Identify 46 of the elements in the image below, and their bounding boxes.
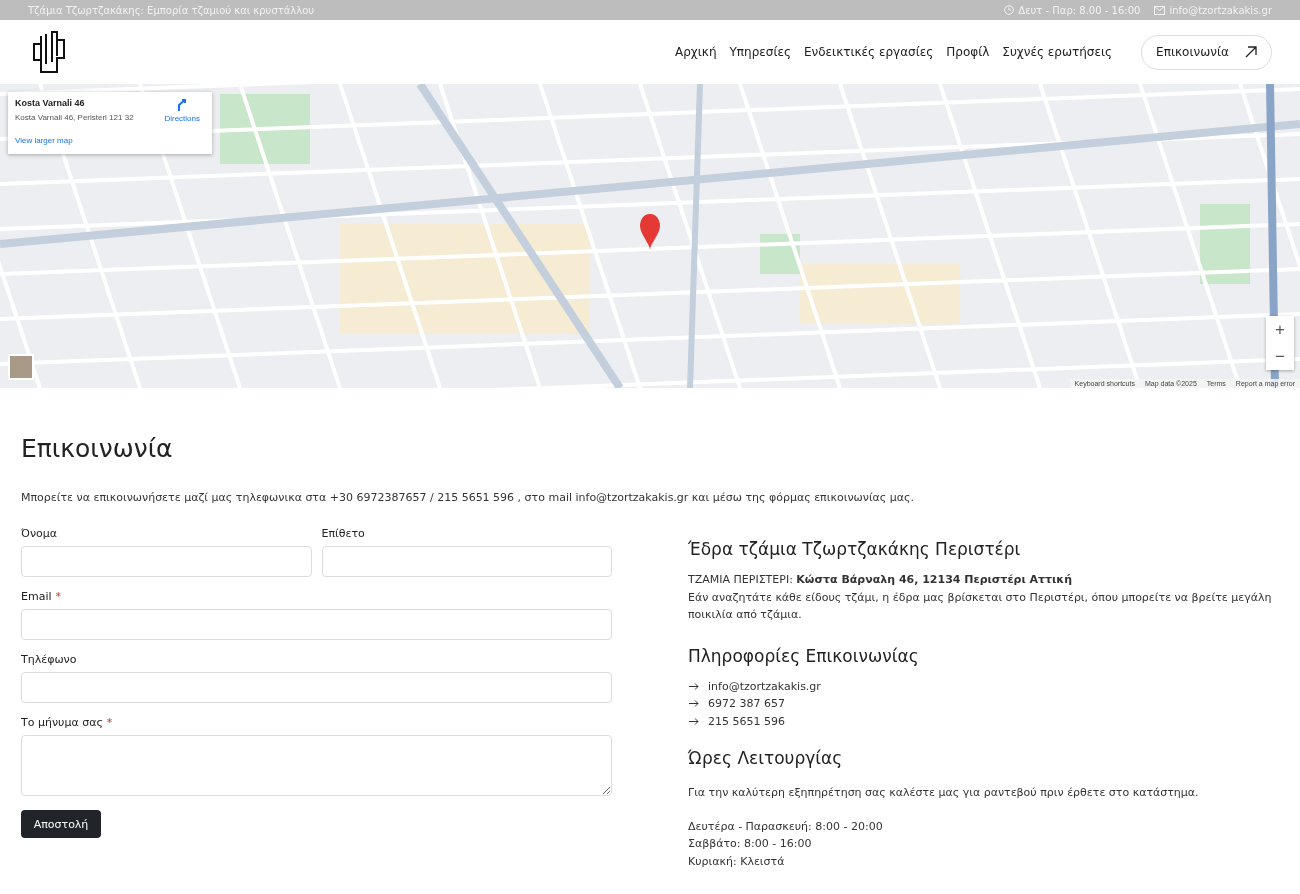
- arrow-right-icon: [688, 717, 700, 725]
- input-field[interactable]: [321, 546, 612, 577]
- arrow-up-right-icon: [1244, 46, 1257, 58]
- arrow-right-icon: [688, 682, 700, 690]
- input-field[interactable]: [21, 546, 312, 577]
- address-text: ΤΖΑΜΙΑ ΠΕΡΙΣΤΕΡΙ: Κώστα Βάρναλη 46, 12134 Περιστέρι Αττική: [688, 572, 1073, 588]
- logo-icon[interactable]: [32, 30, 66, 74]
- nav-link[interactable]: Προφίλ: [946, 45, 990, 59]
- description-text: Εάν αναζητάτε κάθε είδους τζάμι, η έδρα μας βρίσκεται στο Περιστέρι, όπου μπορείτε να βρείτε μεγάλη ποικιλία από τζάμια.: [688, 589, 1273, 623]
- larger-map-link[interactable]: View larger map: [15, 136, 73, 145]
- section-heading: Ώρες Λειτουργίας: [688, 748, 844, 768]
- field-label: Το μήνυμα σας: [21, 716, 103, 729]
- contact-item: 215 5651 596: [708, 713, 785, 730]
- required-mark: *: [106, 716, 113, 729]
- contact-item: info@tzortzakakis.gr: [708, 678, 821, 695]
- nav-link[interactable]: Αρχική: [675, 45, 717, 59]
- hours-line: Δευτέρα - Παρασκευή: 8:00 - 20:00: [688, 818, 884, 835]
- nav-link[interactable]: Συχνές ερωτήσεις: [1002, 45, 1112, 59]
- map-layer-button[interactable]: [8, 354, 34, 380]
- place-address: Kosta Varnali 46, Peristeri 121 32: [15, 113, 134, 122]
- input-field[interactable]: [21, 609, 612, 640]
- submit-button[interactable]: Αποστολή: [21, 810, 101, 838]
- hours-line: Σαββάτο: 8:00 - 16:00: [688, 836, 813, 852]
- required-mark: *: [55, 590, 62, 603]
- clock-icon: [1004, 5, 1015, 15]
- message-field[interactable]: [21, 735, 612, 796]
- field-label: Τηλέφωνο: [21, 653, 77, 666]
- nav-link[interactable]: Ενδεικτικές εργασίες: [804, 45, 934, 59]
- intro-text: Μπορείτε να επικοινωνήσετε μαζί μας τηλεφωνικα στα +30 6972387657 / 215 5651 596 , στο mail info@tzortzakakis.gr και μέσω της φόρμας επικοινωνίας μας.: [21, 491, 915, 504]
- hours-note: Για την καλύτερη εξηπηρέτηση σας καλέστε μας για ραντεβού πριν έρθετε στο κατάστημα.: [688, 785, 1200, 801]
- page-heading: Επικοινωνία: [21, 434, 174, 463]
- input-field[interactable]: [21, 672, 612, 703]
- envelope-icon: [1154, 5, 1166, 15]
- field-label: Όνομα: [21, 527, 58, 540]
- nav-link[interactable]: Υπηρεσίες: [729, 45, 791, 59]
- hours-line: Κυριακή: Κλειστά: [688, 853, 786, 870]
- arrow-right-icon: [688, 700, 700, 708]
- section-heading: Έδρα τζάμια Τζωρτζακάκης Περιστέρι: [688, 539, 1022, 559]
- field-label: Επίθετο: [321, 527, 365, 540]
- section-heading: Πληροφορίες Επικοινωνίας: [688, 645, 920, 666]
- directions-link[interactable]: Directions: [164, 98, 200, 123]
- zoom-in-button[interactable]: +: [1266, 316, 1294, 343]
- place-title: Kosta Varnali 46: [15, 98, 85, 108]
- contact-item: 6972 387 657: [708, 696, 785, 712]
- field-label: Email: [21, 590, 52, 603]
- zoom-out-button[interactable]: −: [1266, 343, 1294, 370]
